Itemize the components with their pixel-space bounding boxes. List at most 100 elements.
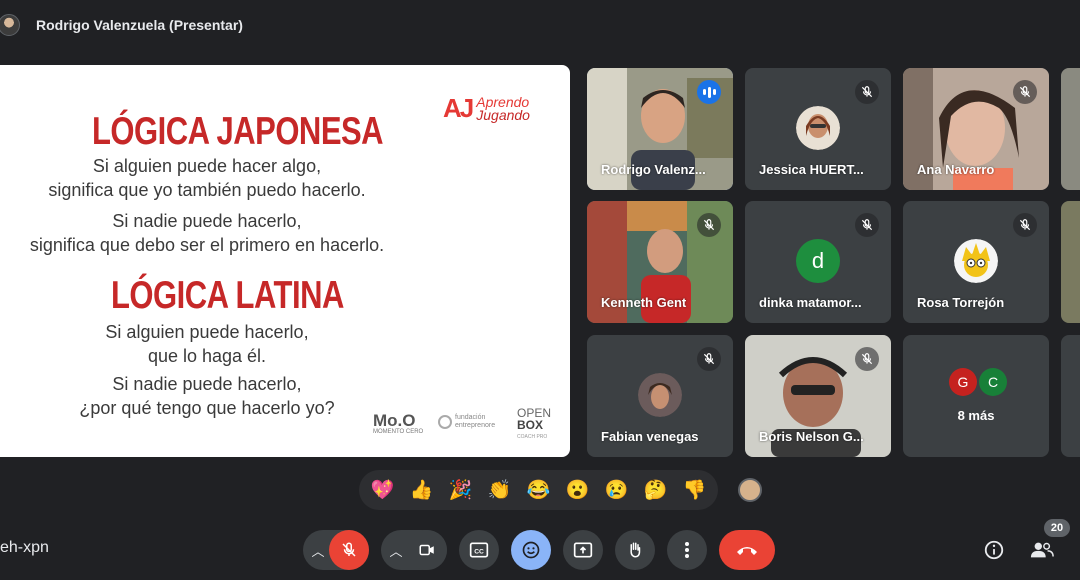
sponsor-text: Mo.O xyxy=(373,411,416,430)
more-vert-icon xyxy=(685,542,689,558)
slide-line: significa que yo también puedo hacerlo. xyxy=(48,180,366,200)
presenter-label: Rodrigo Valenzuela (Presentar) xyxy=(36,17,243,33)
participant-name: Boris Nelson G... xyxy=(759,429,864,444)
slide-line: Si nadie puede hacerlo, xyxy=(112,211,302,231)
participant-video xyxy=(1061,201,1080,323)
mic-off-icon xyxy=(697,213,721,237)
top-bar: Rodrigo Valenzuela (Presentar) xyxy=(0,0,1080,50)
participant-name: Kenneth Gent xyxy=(601,295,687,310)
mic-off-icon xyxy=(855,80,879,104)
participant-tile-partial[interactable] xyxy=(1061,201,1080,323)
ring-icon xyxy=(438,415,452,429)
participant-tile-partial[interactable] xyxy=(1061,335,1080,457)
sponsor-subtext: MOMENTO CERO xyxy=(373,429,424,435)
participant-name: Rosa Torrejón xyxy=(917,295,1005,310)
videocam-icon xyxy=(419,544,434,556)
reaction-heart-button[interactable]: 💖 xyxy=(367,474,398,506)
reaction-party-button[interactable]: 🎉 xyxy=(445,474,476,506)
participant-tile[interactable]: Boris Nelson G... xyxy=(745,335,891,457)
reaction-thinking-button[interactable]: 🤔 xyxy=(640,474,671,506)
speaking-indicator-icon xyxy=(697,80,721,104)
aprendo-jugando-logo: AJ Aprendo Jugando xyxy=(443,93,530,124)
mic-off-icon xyxy=(697,347,721,371)
people-icon xyxy=(1030,542,1054,558)
reaction-clap-button[interactable]: 👏 xyxy=(484,474,515,506)
participant-tile[interactable]: d dinka matamor... xyxy=(745,201,891,323)
participant-tile-partial[interactable] xyxy=(1061,68,1080,190)
cc-icon: CC xyxy=(469,542,489,558)
meeting-info-button[interactable] xyxy=(981,537,1007,563)
mic-off-icon xyxy=(1013,213,1037,237)
presenter-avatar xyxy=(0,14,20,36)
sponsor-logo-moo: Mo.O MOMENTO CERO xyxy=(373,411,423,435)
participant-tile[interactable]: Kenneth Gent xyxy=(587,201,733,323)
sponsor-word: entreprenore xyxy=(455,422,496,429)
more-participants-tile[interactable]: G C 8 más xyxy=(903,335,1049,457)
participant-avatar xyxy=(638,373,682,417)
reaction-surprised-button[interactable]: 😮 xyxy=(562,474,593,506)
participant-tile[interactable]: Rosa Torrejón xyxy=(903,201,1049,323)
people-button[interactable] xyxy=(1029,537,1055,563)
mic-toggle-button[interactable] xyxy=(329,530,369,570)
present-screen-button[interactable] xyxy=(563,530,603,570)
reaction-thumbs-up-button[interactable]: 👍 xyxy=(406,474,437,506)
participant-tile[interactable]: Fabian venegas xyxy=(587,335,733,457)
sponsor-logo-openbox: OPEN BOX COACH PRO xyxy=(517,407,551,443)
more-participants-label: 8 más xyxy=(957,408,995,423)
camera-toggle-button[interactable] xyxy=(407,530,447,570)
presentation-slide: LÓGICA JAPONESA Si alguien puede hacer a… xyxy=(0,65,570,457)
more-options-button[interactable] xyxy=(667,530,707,570)
logo-words: Aprendo Jugando xyxy=(476,95,530,123)
slide-line: ¿por qué tengo que hacerlo yo? xyxy=(79,398,335,418)
skin-tone-picker[interactable] xyxy=(738,478,762,502)
participant-avatar xyxy=(954,239,998,283)
participant-tile[interactable]: Rodrigo Valenz... xyxy=(587,68,733,190)
mic-off-icon xyxy=(342,542,356,557)
mic-off-icon xyxy=(855,347,879,371)
sponsor-logo-fundacion: fundación entreprenore xyxy=(438,414,495,430)
sponsor-word: BOX xyxy=(517,418,544,432)
more-avatars: G C xyxy=(949,368,1009,396)
reaction-thumbs-down-button[interactable]: 👎 xyxy=(679,474,710,506)
mic-off-icon xyxy=(1013,80,1037,104)
leave-call-button[interactable] xyxy=(719,530,775,570)
slide-heading-latina: LÓGICA LATINA xyxy=(111,273,344,317)
logo-mark: AJ xyxy=(443,93,474,123)
meeting-code: eh-xpn xyxy=(0,539,49,556)
participant-name: Rodrigo Valenz... xyxy=(601,162,706,177)
slide-line: Si alguien puede hacerlo, xyxy=(105,322,309,342)
slide-line: significa que debo ser el primero en hac… xyxy=(29,235,385,255)
raise-hand-button[interactable] xyxy=(615,530,655,570)
slide-line: que lo haga él. xyxy=(147,346,267,366)
slide-paragraph-1: Si alguien puede hacer algo, significa q… xyxy=(0,154,417,202)
participant-avatar xyxy=(796,106,840,150)
participant-count-badge: 20 xyxy=(1044,519,1070,537)
emoji-reactions-button[interactable] xyxy=(511,530,551,570)
call-end-icon xyxy=(737,547,757,555)
reactions-bar: 💖 👍 🎉 👏 😂 😮 😢 🤔 👎 xyxy=(359,470,718,510)
svg-text:CC: CC xyxy=(474,548,484,555)
slide-line: Si nadie puede hacerlo, xyxy=(112,374,302,394)
participant-tile[interactable]: Jessica HUERT... xyxy=(745,68,891,190)
captions-button[interactable]: CC xyxy=(459,530,499,570)
reaction-sad-button[interactable]: 😢 xyxy=(601,474,632,506)
slide-paragraph-2: Si nadie puede hacerlo, significa que de… xyxy=(0,209,417,257)
slide-line: Si alguien puede hacer algo, xyxy=(92,156,322,176)
emoji-icon xyxy=(522,541,540,559)
reaction-laugh-button[interactable]: 😂 xyxy=(523,474,554,506)
participant-tile[interactable]: Ana Navarro xyxy=(903,68,1049,190)
participant-name: dinka matamor... xyxy=(759,295,862,310)
sponsor-word: fundación xyxy=(455,414,486,421)
participant-name: Ana Navarro xyxy=(917,162,995,177)
participant-avatar: d xyxy=(796,239,840,283)
participant-name: Fabian venegas xyxy=(601,429,699,444)
participant-name: Jessica HUERT... xyxy=(759,162,864,177)
slide-heading-japonesa: LÓGICA JAPONESA xyxy=(92,109,384,153)
mic-off-icon xyxy=(855,213,879,237)
participant-avatar: G xyxy=(949,368,977,396)
participant-video xyxy=(1061,68,1080,190)
sponsor-text: fundación entreprenore xyxy=(455,414,495,430)
participant-avatar: C xyxy=(979,368,1007,396)
info-icon xyxy=(984,540,1004,560)
logo-word: Jugando xyxy=(476,106,530,123)
